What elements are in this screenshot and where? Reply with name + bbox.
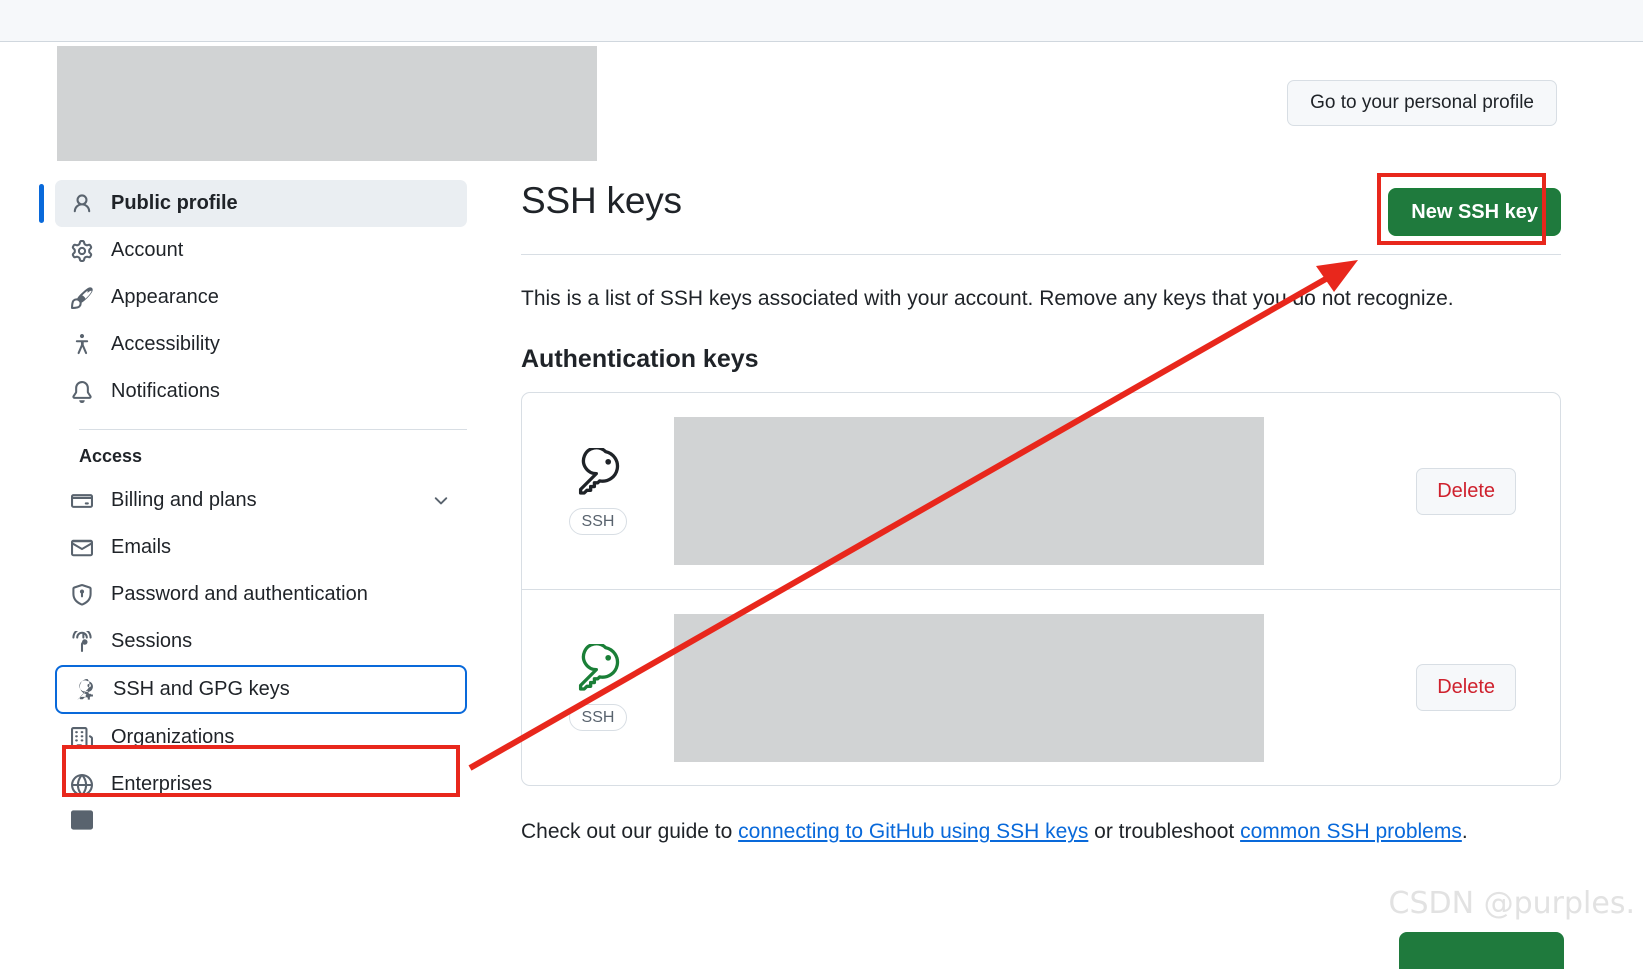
sidebar-item-cutoff[interactable] <box>55 808 467 832</box>
sidebar-item-ssh-and-gpg-keys[interactable]: SSH and GPG keys <box>55 665 467 714</box>
broadcast-icon <box>71 630 93 653</box>
globe-icon <box>71 773 93 796</box>
go-to-personal-profile-button[interactable]: Go to your personal profile <box>1287 80 1557 126</box>
gear-icon <box>71 239 93 262</box>
main-content: SSH keys New SSH key This is a list of S… <box>521 180 1561 844</box>
sidebar-item-label: SSH and GPG keys <box>113 678 290 700</box>
sidebar-item-label: Appearance <box>111 286 219 308</box>
sidebar-item-emails[interactable]: Emails <box>55 524 467 571</box>
sidebar-item-label: Organizations <box>111 726 235 748</box>
link-connecting-to-github-using-ssh-keys[interactable]: connecting to GitHub using SSH keys <box>738 820 1088 843</box>
redacted-profile-banner <box>57 46 597 161</box>
key-type-badge: SSH <box>568 704 628 732</box>
credit-card-icon <box>71 490 93 512</box>
sidebar-item-billing-and-plans[interactable]: Billing and plans <box>55 477 467 524</box>
delete-key-button[interactable]: Delete <box>1416 664 1516 712</box>
ssh-key-row: SSH Delete <box>522 393 1560 589</box>
accessibility-icon <box>71 333 93 356</box>
sidebar-item-appearance[interactable]: Appearance <box>55 274 467 321</box>
redacted-key-info <box>674 613 1264 762</box>
key-identity: SSH <box>548 644 648 732</box>
sidebar-item-label: Public profile <box>111 192 238 214</box>
sidebar-item-label: Notifications <box>111 380 220 402</box>
page-header: SSH keys New SSH key <box>521 180 1561 255</box>
key-type-badge: SSH <box>568 507 628 535</box>
new-ssh-key-button[interactable]: New SSH key <box>1388 188 1561 236</box>
delete-key-button[interactable]: Delete <box>1416 467 1516 515</box>
footnote-prefix: Check out our guide to <box>521 820 739 844</box>
settings-sidebar: Public profile Account Appearance Access… <box>39 180 467 832</box>
sidebar-section-access: Access <box>79 446 143 466</box>
key-details <box>674 613 1416 762</box>
bell-icon <box>71 380 93 403</box>
footnote-middle: or troubleshoot <box>1088 820 1241 844</box>
bottom-green-button-partial[interactable] <box>1399 932 1564 969</box>
sidebar-divider <box>79 429 467 430</box>
link-common-ssh-problems[interactable]: common SSH problems <box>1240 820 1462 843</box>
sidebar-item-sessions[interactable]: Sessions <box>55 618 467 665</box>
sidebar-item-account[interactable]: Account <box>55 227 467 274</box>
ssh-key-row: SSH Delete <box>522 589 1560 785</box>
settings-page: Go to your personal profile Public profi… <box>0 0 1643 969</box>
sidebar-item-organizations[interactable]: Organizations <box>55 714 467 761</box>
redacted-key-info <box>674 417 1264 566</box>
sidebar-item-label: Billing and plans <box>111 489 257 511</box>
shield-lock-icon <box>71 583 93 606</box>
sidebar-item-enterprises[interactable]: Enterprises <box>55 761 467 808</box>
csdn-watermark: CSDN @purples. <box>1388 886 1635 921</box>
sidebar-item-password-and-authentication[interactable]: Password and authentication <box>55 571 467 618</box>
sidebar-item-public-profile[interactable]: Public profile <box>39 180 467 227</box>
mail-icon <box>71 537 93 559</box>
sidebar-item-label: Emails <box>111 536 172 558</box>
key-icon <box>574 447 622 496</box>
paintbrush-icon <box>71 286 93 309</box>
sidebar-item-label: Sessions <box>111 630 193 652</box>
key-details <box>674 417 1416 566</box>
sidebar-item-accessibility[interactable]: Accessibility <box>55 321 467 368</box>
moderation-icon <box>71 809 93 831</box>
footnote-suffix: . <box>1461 820 1468 844</box>
key-icon <box>574 644 622 692</box>
sidebar-item-label: Account <box>111 239 184 261</box>
browser-top-bar <box>0 0 1643 42</box>
authentication-keys-list: SSH Delete SSH Delete <box>521 392 1561 787</box>
organization-icon <box>71 726 93 749</box>
sidebar-item-label: Password and authentication <box>111 583 368 605</box>
person-icon <box>71 193 93 215</box>
sidebar-item-notifications[interactable]: Notifications <box>55 368 467 415</box>
authentication-keys-heading: Authentication keys <box>521 345 759 374</box>
key-identity: SSH <box>548 447 648 535</box>
ssh-help-footnote: Check out our guide to connecting to Git… <box>521 820 1561 844</box>
sidebar-item-label: Enterprises <box>111 773 213 795</box>
chevron-down-icon[interactable] <box>431 491 451 511</box>
page-title: SSH keys <box>521 180 682 221</box>
sidebar-item-label: Accessibility <box>111 333 220 355</box>
page-description: This is a list of SSH keys associated wi… <box>521 287 1454 310</box>
key-icon <box>73 678 95 701</box>
